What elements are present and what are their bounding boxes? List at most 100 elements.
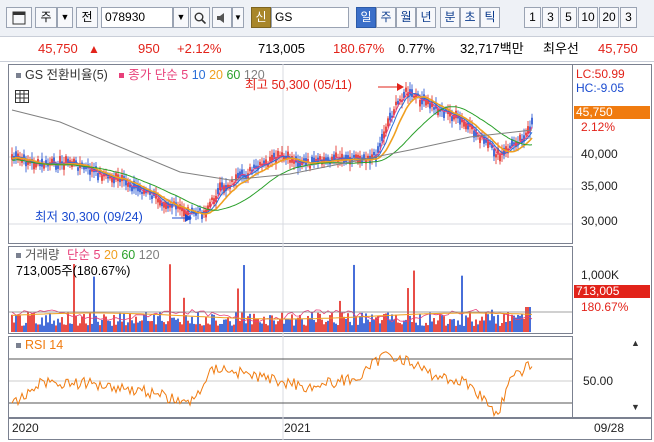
volume-current-tag: 713,005: [574, 285, 650, 298]
volume-bar: [485, 312, 487, 332]
candle-body: [379, 143, 381, 147]
volume-bar: [439, 314, 441, 332]
candle-body: [25, 161, 27, 167]
ma-legend-prefix: 종가 단순: [128, 68, 178, 82]
volume-bar: [317, 312, 319, 332]
chart-menu-button[interactable]: [6, 7, 32, 28]
candle-body: [335, 152, 337, 158]
volume-bar: [271, 315, 273, 332]
volume-bar: [391, 314, 393, 332]
market-type-select[interactable]: 주: [35, 7, 57, 28]
period-tab[interactable]: 년: [416, 7, 436, 28]
volume-bar: [85, 323, 87, 332]
volume-bar: [193, 323, 195, 332]
volume-bar: [487, 314, 489, 332]
volume-bar: [77, 325, 79, 332]
panel-scroll-up-icon[interactable]: ▲: [631, 338, 640, 348]
ma-period-20: 20: [209, 68, 223, 82]
interval-button[interactable]: 3: [542, 7, 559, 28]
search-button[interactable]: [190, 7, 210, 28]
credit-badge-label: 신: [255, 10, 267, 24]
period-tab[interactable]: 틱: [480, 7, 500, 28]
volume-bar: [169, 264, 171, 332]
period-tab[interactable]: 초: [460, 7, 480, 28]
market-type-dropdown-icon[interactable]: ▼: [57, 7, 73, 28]
code-mode-label: 전: [81, 10, 93, 24]
candle-body: [353, 154, 355, 158]
period-tab[interactable]: 월: [396, 7, 416, 28]
volume-bar: [489, 320, 491, 332]
period-tab[interactable]: 주: [376, 7, 396, 28]
candle-body: [249, 167, 251, 172]
volume-bar: [121, 321, 123, 332]
volume-bar: [469, 312, 471, 332]
volume-bar: [261, 323, 263, 332]
table-grid-icon[interactable]: [15, 90, 29, 103]
volume-bar: [153, 314, 155, 332]
candle-body: [381, 134, 383, 141]
candle-body: [269, 156, 271, 162]
volume-bar: [445, 325, 447, 332]
volume-bar: [459, 324, 461, 332]
legend-square-icon: [119, 73, 125, 79]
interval-button[interactable]: 5: [560, 7, 577, 28]
volume-bar: [167, 321, 169, 332]
volume-bar: [327, 320, 329, 332]
trade-volume: 713,005: [258, 41, 305, 56]
volume-bar: [253, 313, 255, 332]
volume-summary: 713,005주(180.67%): [16, 264, 131, 278]
interval-button[interactable]: 3: [620, 7, 637, 28]
volume-bar: [109, 321, 111, 332]
candle-body: [519, 134, 521, 141]
stock-code-input[interactable]: 078930: [101, 7, 173, 28]
stock-code-dropdown-icon[interactable]: ▼: [173, 7, 189, 28]
volume-bar: [31, 313, 33, 332]
sound-dropdown-icon[interactable]: ▼: [232, 7, 244, 28]
volume-bar: [61, 317, 63, 332]
volume-bar: [293, 325, 295, 332]
volume-bar: [323, 324, 325, 332]
volume-bar: [141, 320, 143, 332]
volume-bar: [179, 322, 181, 332]
period-tab[interactable]: 일: [356, 7, 376, 28]
interval-button[interactable]: 10: [578, 7, 598, 28]
volume-bar: [115, 324, 117, 332]
candle-body: [253, 164, 255, 169]
volume-bar: [395, 314, 397, 332]
chart-area[interactable]: GS 전환비율(5) 종가 단순 5 10 20 60 120 최고 50,30…: [0, 62, 654, 442]
volume-bar: [367, 319, 369, 332]
candle-body: [217, 188, 219, 195]
up-arrow-icon: ▲: [88, 42, 100, 56]
candle-body: [259, 161, 261, 166]
volume-bar: [401, 324, 403, 332]
volume-bar: [399, 323, 401, 332]
code-mode-button[interactable]: 전: [76, 7, 98, 28]
volume-bar: [51, 323, 53, 332]
interval-button[interactable]: 20: [599, 7, 619, 28]
volume-bar: [13, 322, 15, 332]
panel-scroll-down-icon[interactable]: ▼: [631, 402, 640, 412]
stock-name-field[interactable]: GS: [271, 7, 349, 28]
volume-bar: [339, 300, 341, 332]
volume-bar: [397, 322, 399, 332]
interval-button[interactable]: 1: [524, 7, 541, 28]
legend-square-icon: [16, 73, 21, 79]
sound-button[interactable]: [212, 7, 232, 28]
candle-body: [151, 195, 153, 200]
volume-bar: [501, 322, 503, 332]
candle-body: [377, 146, 379, 153]
volume-bar: [405, 319, 407, 332]
period-tab[interactable]: 분: [440, 7, 460, 28]
volume-bar: [369, 321, 371, 332]
candle-body: [429, 103, 431, 109]
volume-bar: [219, 323, 221, 332]
volume-bar: [19, 315, 21, 332]
volume-bar: [69, 323, 71, 332]
candle-body: [199, 208, 201, 211]
volume-bar: [407, 288, 409, 332]
volume-bar: [37, 324, 39, 332]
candle-body: [131, 186, 133, 192]
volume-legend: 거래량 단순 5 20 60 120: [16, 248, 160, 263]
volume-bar: [289, 319, 291, 332]
volume-bar: [311, 312, 313, 332]
